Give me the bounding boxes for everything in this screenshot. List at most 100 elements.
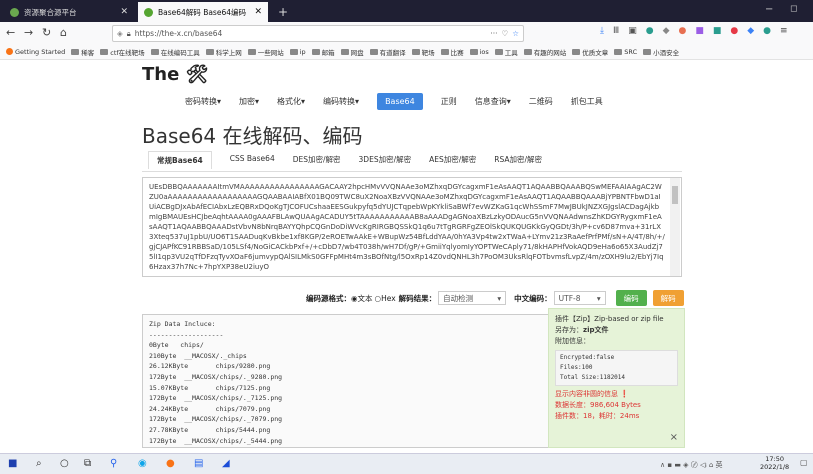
back-icon[interactable]: ← bbox=[6, 26, 15, 39]
tab-base64[interactable]: Base64解码 Base64编码 UTF ✕ bbox=[138, 2, 268, 22]
browser-icon[interactable]: ◉ bbox=[138, 458, 147, 469]
sub-tab[interactable]: AES加密/解密 bbox=[429, 154, 476, 169]
bookmark-item[interactable]: 靶场 bbox=[411, 47, 435, 57]
show-all-link[interactable]: 显示内容非圆的信息 ❗ bbox=[555, 389, 678, 400]
folder-icon bbox=[643, 48, 652, 55]
charset-select[interactable]: UTF-8 ▾ bbox=[553, 291, 606, 305]
bookmark-label: Getting Started bbox=[15, 47, 66, 56]
extension-icon[interactable]: ■ bbox=[695, 26, 704, 36]
result-select[interactable]: 自动检测 ▾ bbox=[438, 291, 507, 305]
forward-icon[interactable]: → bbox=[24, 26, 33, 39]
close-icon[interactable]: ✕ bbox=[120, 7, 128, 17]
search-icon[interactable]: ⌕ bbox=[36, 458, 42, 469]
bookmark-item[interactable]: 比赛 bbox=[440, 47, 464, 57]
bookmark-item[interactable]: 邮箱 bbox=[311, 47, 335, 57]
nav-item[interactable]: 加密▾ bbox=[239, 96, 259, 107]
extension-icon[interactable]: ● bbox=[646, 26, 654, 36]
extension-icon[interactable]: ● bbox=[763, 26, 771, 36]
bookmark-item[interactable]: Getting Started bbox=[6, 48, 65, 56]
download-icon[interactable]: ⤓ bbox=[600, 26, 604, 36]
new-tab-button[interactable]: + bbox=[272, 2, 290, 22]
info-icon: ❗ bbox=[620, 390, 629, 398]
bookmark-item[interactable]: 在线编码工具 bbox=[150, 47, 200, 57]
bookmark-item[interactable]: ip bbox=[289, 48, 306, 56]
charset-select-value: UTF-8 bbox=[558, 293, 581, 303]
bookmark-item[interactable]: ios bbox=[469, 48, 489, 56]
page-actions-icon[interactable]: ··· bbox=[490, 29, 497, 38]
nav-item[interactable]: Base64 bbox=[377, 92, 423, 110]
extension-icon[interactable]: ◆ bbox=[747, 26, 754, 36]
windows-icon[interactable]: ■ bbox=[8, 458, 17, 469]
menu-icon[interactable]: ≡ bbox=[780, 26, 788, 36]
site-logo[interactable]: The 🛠 bbox=[142, 64, 208, 85]
folder-icon bbox=[523, 48, 532, 55]
sidebar-icon[interactable]: ▣ bbox=[628, 26, 637, 36]
page-title: Base64 在线解码、编码 bbox=[142, 124, 363, 148]
bookmark-item[interactable]: 稀客 bbox=[71, 47, 94, 57]
encode-button[interactable]: 编码 bbox=[615, 290, 647, 306]
scrollbar-thumb[interactable] bbox=[672, 186, 678, 204]
bookmark-label: 在线编码工具 bbox=[160, 48, 200, 57]
meta-encrypted: Encrypted:false bbox=[560, 354, 615, 361]
bookmark-label: 靶场 bbox=[421, 48, 435, 57]
sub-tab[interactable]: 常规Base64 bbox=[148, 151, 212, 169]
extension-icon[interactable]: ● bbox=[679, 26, 687, 36]
cortana-icon[interactable]: ○ bbox=[60, 458, 69, 469]
bookmark-label: SRC bbox=[624, 47, 638, 56]
base64-input[interactable]: UEsDBBQAAAAAAAItmVMAAAAAAAAAAAAAAAAGACAA… bbox=[142, 177, 682, 277]
extension-icon[interactable]: ■ bbox=[713, 26, 722, 36]
reload-icon[interactable]: ↻ bbox=[42, 26, 51, 39]
bookmark-item[interactable]: 网盘 bbox=[340, 47, 364, 57]
bookmark-item[interactable]: 小酒安全 bbox=[643, 47, 679, 57]
bookmark-item[interactable]: ctf在线靶场 bbox=[100, 47, 145, 57]
firefox-icon[interactable]: ● bbox=[166, 458, 175, 469]
bookmark-label: 一些网站 bbox=[257, 48, 284, 57]
url-bar[interactable]: ◈ 🔒︎ https://the-x.cn/base64 ··· ♡ ☆ bbox=[112, 25, 524, 42]
nav-item[interactable]: 二维码 bbox=[529, 96, 553, 107]
tab-resource-platform[interactable]: 资源聚合源平台 ✕ bbox=[4, 2, 134, 22]
decode-button[interactable]: 解码 bbox=[652, 290, 684, 306]
bookmark-item[interactable]: 科学上网 bbox=[205, 47, 242, 57]
search-app-icon[interactable]: ⚲ bbox=[110, 458, 117, 469]
home-icon[interactable]: ⌂ bbox=[60, 26, 67, 39]
nav-item[interactable]: 密码转换▾ bbox=[185, 96, 221, 107]
app-icon[interactable]: ◢ bbox=[222, 458, 230, 469]
decode-output[interactable]: Zip Data Incluce: ------------------- 0Byt… bbox=[142, 314, 552, 448]
output-line: 24.24KByte chips/7079.png bbox=[149, 404, 271, 413]
sub-tab[interactable]: 3DES加密/解密 bbox=[359, 154, 412, 169]
pocket-icon[interactable]: ♡ bbox=[502, 29, 509, 38]
bookmark-item[interactable]: 工具 bbox=[494, 47, 518, 57]
tray-icons[interactable]: ∧ ▪ ▬ ◈ 〄 ◁ᵢ ⌂ 英 bbox=[660, 460, 723, 470]
close-icon[interactable]: × bbox=[670, 432, 678, 443]
save-as-link[interactable]: zip文件 bbox=[583, 326, 608, 334]
clock-date: 2022/1/8 bbox=[760, 463, 790, 471]
minimize-button[interactable]: − bbox=[765, 4, 773, 15]
extension-icon[interactable]: ◆ bbox=[663, 26, 670, 36]
nav-item[interactable]: 信息查询▾ bbox=[475, 96, 511, 107]
browser-nav-bar: ← → ↻ ⌂ ◈ 🔒︎ https://the-x.cn/base64 ···… bbox=[0, 22, 813, 45]
bookmark-item[interactable]: 有道翻译 bbox=[369, 47, 406, 57]
library-icon[interactable]: Ⅲ bbox=[613, 26, 619, 36]
bookmark-item[interactable]: 一些网站 bbox=[247, 47, 284, 57]
output-line: 172Byte __MACOSX/chips/._9280.png bbox=[149, 372, 283, 381]
nav-item[interactable]: 抓包工具 bbox=[571, 96, 603, 107]
notification-icon[interactable]: ▢ bbox=[800, 458, 808, 467]
bookmark-star-icon[interactable]: ☆ bbox=[512, 29, 519, 38]
close-icon[interactable]: ✕ bbox=[254, 7, 262, 17]
sub-tab[interactable]: CSS Base64 bbox=[230, 154, 275, 169]
maximize-button[interactable]: ◻ bbox=[790, 4, 797, 14]
bookmark-label: 稀客 bbox=[81, 48, 95, 57]
bookmark-item[interactable]: 有趣的网站 bbox=[523, 47, 566, 57]
extension-icon[interactable]: ● bbox=[730, 26, 738, 36]
mail-icon[interactable]: ▤ bbox=[194, 458, 203, 469]
bookmark-item[interactable]: 优质文章 bbox=[572, 47, 608, 57]
nav-item[interactable]: 格式化▾ bbox=[277, 96, 305, 107]
sub-tab[interactable]: RSA加密/解密 bbox=[494, 154, 542, 169]
sub-tab[interactable]: DES加密/解密 bbox=[293, 154, 341, 169]
bookmark-item[interactable]: SRC bbox=[614, 48, 637, 56]
nav-item[interactable]: 编码转换▾ bbox=[323, 96, 359, 107]
taskview-icon[interactable]: ⧉ bbox=[84, 458, 91, 469]
nav-item[interactable]: 正则 bbox=[441, 96, 457, 107]
clock[interactable]: 17:50 2022/1/8 bbox=[760, 455, 789, 471]
lock-icon: 🔒︎ bbox=[126, 28, 131, 38]
